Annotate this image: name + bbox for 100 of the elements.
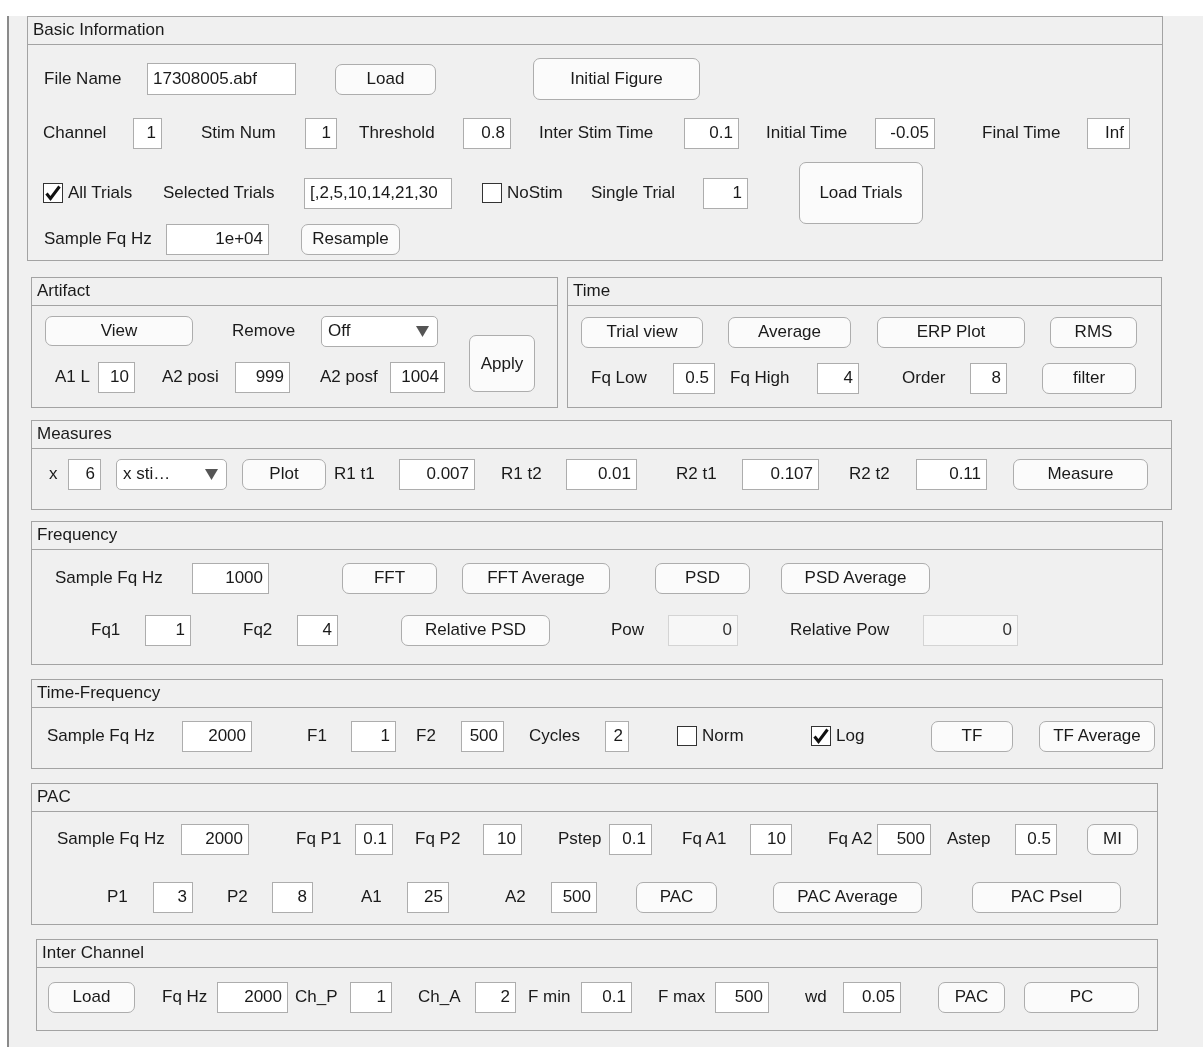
button[interactable]: FFT Average (462, 562, 610, 594)
field-label: Single Trial (591, 182, 676, 204)
input-field[interactable]: 0.01 (566, 458, 637, 490)
field-label: Selected Trials (163, 182, 275, 204)
button[interactable]: PSD Average (781, 562, 930, 594)
checkbox[interactable]: Log (811, 725, 865, 747)
input-field[interactable]: 0.05 (843, 981, 901, 1013)
input-field[interactable]: 10 (98, 361, 135, 393)
button[interactable]: RMS (1050, 316, 1137, 348)
button[interactable]: PC (1024, 981, 1139, 1013)
button[interactable]: Resample (301, 223, 400, 255)
input-field[interactable]: 999 (235, 361, 290, 393)
input-field[interactable]: 2000 (182, 720, 252, 752)
button[interactable]: Load Trials (799, 162, 923, 224)
input-field[interactable]: Inf (1087, 117, 1130, 149)
checkbox[interactable]: NoStim (482, 182, 563, 204)
field-label: A2 posf (320, 366, 378, 388)
field-label: Fq High (730, 367, 790, 389)
input-field[interactable]: 1 (145, 614, 191, 646)
checkbox-icon[interactable] (677, 726, 697, 746)
input-field[interactable]: 10 (483, 823, 522, 855)
input-field[interactable]: 10 (750, 823, 792, 855)
field-label: Pow (611, 619, 645, 641)
button[interactable]: FFT (342, 562, 437, 594)
field-label: Fq P2 (415, 828, 461, 850)
field-label: Fq Hz (162, 986, 208, 1008)
input-field[interactable]: 0.5 (1015, 823, 1057, 855)
checkbox[interactable]: Norm (677, 725, 744, 747)
input-field[interactable]: 0.8 (463, 117, 511, 149)
field-label: P1 (107, 886, 128, 908)
input-field[interactable]: 500 (551, 881, 597, 913)
input-field[interactable]: 4 (297, 614, 338, 646)
button[interactable]: TF Average (1039, 720, 1155, 752)
caret-icon (416, 325, 429, 337)
field-label: Threshold (359, 122, 435, 144)
input-field[interactable]: 8 (970, 362, 1007, 394)
input-field[interactable]: 1 (305, 117, 337, 149)
button[interactable]: PAC (636, 881, 717, 913)
input-field[interactable]: 1 (351, 720, 396, 752)
button[interactable]: Average (728, 316, 851, 348)
button[interactable]: PAC (938, 981, 1005, 1013)
field-label: Fq2 (243, 619, 273, 641)
checkbox-icon[interactable] (482, 183, 502, 203)
button[interactable]: Load (335, 63, 436, 95)
input-field[interactable]: 1000 (192, 562, 269, 594)
panel-title: PAC (37, 787, 71, 808)
panel-title: Measures (37, 424, 112, 445)
dropdown[interactable]: Off (321, 315, 438, 347)
field-label: Inter Stim Time (539, 122, 654, 144)
button[interactable]: Initial Figure (533, 58, 700, 100)
input-field[interactable]: 2 (475, 981, 516, 1013)
button[interactable]: View (45, 316, 193, 346)
input-field[interactable]: 500 (715, 981, 769, 1013)
button[interactable]: Trial view (581, 316, 703, 348)
input-field[interactable]: 1 (350, 981, 392, 1013)
button[interactable]: ERP Plot (877, 316, 1025, 348)
input-field[interactable]: 0.107 (742, 458, 819, 490)
button[interactable]: PSD (655, 562, 750, 594)
input-field[interactable]: 0.1 (355, 823, 393, 855)
input-field[interactable]: 1 (703, 177, 748, 209)
input-field[interactable]: 4 (817, 362, 859, 394)
input-field[interactable]: 500 (877, 823, 931, 855)
button[interactable]: PAC Average (773, 881, 922, 913)
input-field[interactable]: 0.5 (673, 362, 715, 394)
input-field[interactable]: 3 (153, 881, 193, 913)
checkbox-icon[interactable] (43, 183, 63, 203)
button[interactable]: Load (48, 981, 135, 1013)
field-label: Ch_A (418, 986, 461, 1008)
field-label: Fq A2 (828, 828, 873, 850)
input-field[interactable]: 0.007 (399, 458, 475, 490)
dropdown[interactable]: x sti… (116, 458, 227, 490)
field-label: A1 (361, 886, 382, 908)
input-field[interactable]: 1004 (390, 361, 445, 393)
input-field[interactable]: 1 (133, 117, 162, 149)
input-field[interactable]: 500 (461, 720, 504, 752)
button[interactable]: TF (931, 720, 1013, 752)
input-field[interactable]: 2 (605, 720, 629, 752)
button[interactable]: Apply (469, 335, 535, 392)
input-field[interactable]: 1e+04 (166, 223, 269, 255)
button[interactable]: Relative PSD (401, 614, 550, 646)
input-field[interactable]: 0.1 (684, 117, 739, 149)
input-field[interactable]: -0.05 (875, 117, 935, 149)
input-field[interactable]: 0.1 (609, 823, 652, 855)
input-field[interactable]: 2000 (217, 981, 288, 1013)
input-field[interactable]: 6 (68, 458, 101, 490)
input-field[interactable]: [,2,5,10,14,21,30 (304, 177, 452, 209)
checkbox-icon[interactable] (811, 726, 831, 746)
input-field[interactable]: 8 (272, 881, 313, 913)
button[interactable]: Measure (1013, 458, 1148, 490)
input-field[interactable]: 0.1 (581, 981, 632, 1013)
field-label: Initial Time (766, 122, 848, 144)
input-field[interactable]: 2000 (181, 823, 249, 855)
input-field[interactable]: 25 (407, 881, 449, 913)
input-field[interactable]: 0.11 (916, 458, 987, 490)
button[interactable]: filter (1042, 362, 1136, 394)
button[interactable]: MI (1087, 823, 1138, 855)
checkbox[interactable]: All Trials (43, 182, 133, 204)
button[interactable]: PAC Psel (972, 881, 1121, 913)
button[interactable]: Plot (242, 458, 326, 490)
input-field[interactable]: 17308005.abf (147, 63, 296, 95)
